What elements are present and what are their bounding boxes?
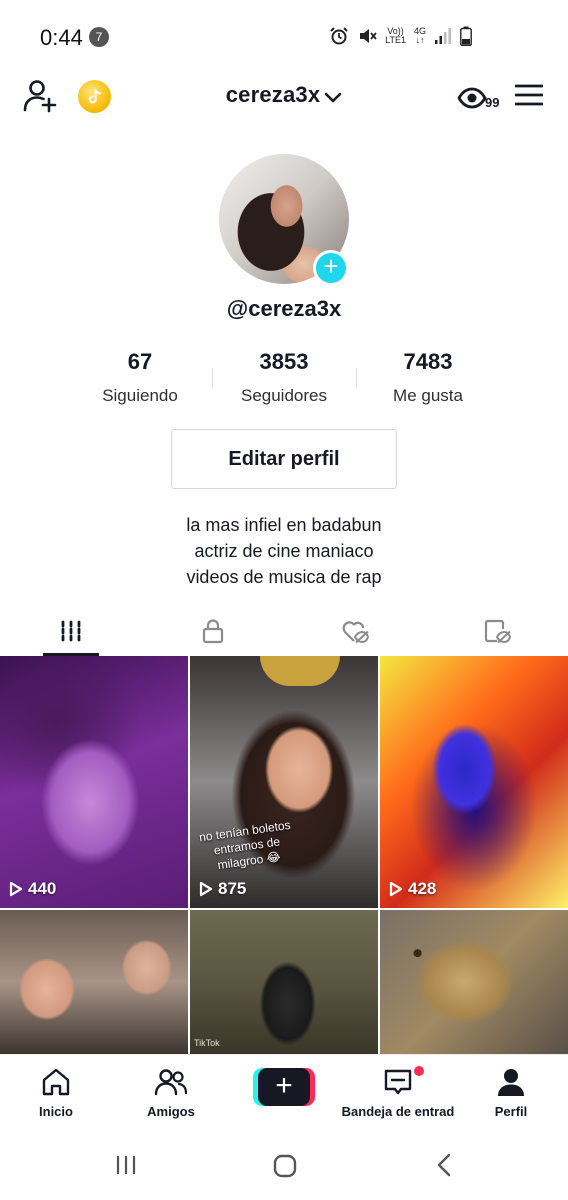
stat-divider bbox=[356, 368, 357, 388]
stat-following[interactable]: 67 Siguiendo bbox=[70, 349, 210, 406]
video-views: 440 bbox=[9, 879, 56, 899]
hamburger-menu-icon bbox=[514, 84, 544, 106]
stat-value: 67 bbox=[127, 349, 153, 374]
video-thumbnail[interactable] bbox=[0, 910, 188, 1054]
bio-line: actriz de cine maniaco bbox=[194, 541, 374, 561]
video-watermark: TikTok bbox=[194, 1038, 220, 1048]
stat-value: 3853 bbox=[259, 349, 309, 374]
play-outline-icon bbox=[199, 881, 213, 897]
stat-divider bbox=[212, 368, 213, 388]
create-plus-icon: + bbox=[258, 1068, 310, 1106]
video-thumbnail[interactable] bbox=[380, 910, 568, 1054]
edit-profile-button[interactable]: Editar perfil bbox=[171, 429, 397, 489]
profile-bio: la mas infiel en badabun actriz de cine … bbox=[0, 512, 568, 590]
nav-inbox[interactable]: Bandeja de entrad bbox=[340, 1067, 456, 1119]
stat-followers[interactable]: 3853 Seguidores bbox=[214, 349, 354, 406]
nav-label: Perfil bbox=[494, 1104, 528, 1119]
play-outline-icon bbox=[9, 881, 23, 897]
tab-liked[interactable] bbox=[284, 606, 426, 656]
play-outline-icon bbox=[389, 881, 403, 897]
bookmark-hidden-icon bbox=[484, 619, 511, 644]
battery-icon bbox=[460, 26, 472, 46]
profile-stats: 67 Siguiendo 3853 Seguidores 7483 Me gus… bbox=[0, 349, 568, 409]
lock-icon bbox=[202, 619, 224, 644]
home-button-icon[interactable] bbox=[273, 1154, 297, 1178]
profile-header: cereza3x 99 bbox=[0, 72, 568, 120]
tab-private[interactable] bbox=[142, 606, 284, 656]
nav-label: Inicio bbox=[39, 1104, 73, 1119]
grid-icon bbox=[61, 620, 81, 642]
eye-icon bbox=[457, 87, 487, 109]
tab-favorites[interactable] bbox=[426, 606, 568, 656]
nav-label: Amigos bbox=[147, 1104, 195, 1119]
inbox-notification-dot bbox=[414, 1066, 424, 1076]
view-count: 440 bbox=[28, 879, 57, 898]
network-type-indicator: 4G ↓↑ bbox=[413, 26, 426, 45]
recent-apps-icon[interactable] bbox=[115, 1154, 137, 1176]
system-navigation-bar bbox=[0, 1134, 568, 1200]
home-icon bbox=[42, 1068, 70, 1096]
header-username: cereza3x bbox=[225, 82, 321, 107]
bottom-navigation: Inicio Amigos + Bandeja de entrad Perfil bbox=[0, 1054, 568, 1134]
bio-line: videos de musica de rap bbox=[186, 567, 382, 587]
profile-tabs bbox=[0, 606, 568, 656]
stat-label: Seguidores bbox=[240, 386, 327, 405]
video-views: 428 bbox=[389, 879, 436, 899]
profile-avatar-container[interactable]: + bbox=[219, 154, 349, 286]
nav-profile[interactable]: Perfil bbox=[490, 1067, 532, 1119]
headband bbox=[260, 656, 340, 686]
heart-hidden-icon bbox=[342, 621, 369, 644]
status-icons: Vo)) LTE1 4G ↓↑ bbox=[329, 26, 472, 46]
tab-videos[interactable] bbox=[0, 606, 142, 656]
profile-handle: @cereza3x bbox=[226, 296, 342, 321]
nav-home[interactable]: Inicio bbox=[27, 1067, 85, 1119]
nav-friends[interactable]: Amigos bbox=[141, 1067, 201, 1119]
view-count: 875 bbox=[218, 879, 247, 898]
stat-likes[interactable]: 7483 Me gusta bbox=[358, 349, 498, 406]
notification-count-badge: 7 bbox=[89, 27, 109, 47]
video-thumbnail[interactable]: 440 bbox=[0, 656, 188, 908]
profile-views-button[interactable]: 99 bbox=[457, 82, 499, 110]
create-video-button[interactable]: + bbox=[253, 1068, 315, 1106]
status-time: 0:44 bbox=[40, 25, 83, 50]
video-thumbnail[interactable]: TikTok bbox=[190, 910, 378, 1054]
profile-views-count: 99 bbox=[485, 95, 500, 110]
stat-label: Siguiendo bbox=[102, 386, 178, 405]
video-thumbnail[interactable]: no tenían boletos entramos de milagroo 😂… bbox=[190, 656, 378, 908]
signal-icon bbox=[435, 28, 451, 44]
friends-icon bbox=[154, 1069, 188, 1096]
chevron-down-icon bbox=[324, 92, 342, 103]
status-bar: 0:44 7 Vo)) LTE1 4G ↓↑ bbox=[0, 0, 568, 72]
add-story-button[interactable]: + bbox=[313, 250, 349, 286]
stat-label: Me gusta bbox=[393, 386, 463, 405]
nav-label: Bandeja de entrad bbox=[341, 1104, 455, 1119]
inbox-icon bbox=[384, 1069, 412, 1095]
profile-icon bbox=[498, 1069, 524, 1096]
video-views: 875 bbox=[199, 879, 246, 899]
view-count: 428 bbox=[408, 879, 437, 898]
video-caption: no tenían boletos entramos de milagroo 😂 bbox=[198, 817, 292, 873]
mute-icon bbox=[360, 29, 377, 43]
bio-line: la mas infiel en badabun bbox=[186, 515, 382, 535]
menu-button[interactable] bbox=[514, 84, 544, 106]
volte-indicator: Vo)) LTE1 bbox=[385, 26, 406, 45]
stat-value: 7483 bbox=[403, 349, 453, 374]
back-icon[interactable] bbox=[435, 1153, 453, 1177]
alarm-icon bbox=[330, 27, 348, 45]
video-thumbnail[interactable]: 428 bbox=[380, 656, 568, 908]
